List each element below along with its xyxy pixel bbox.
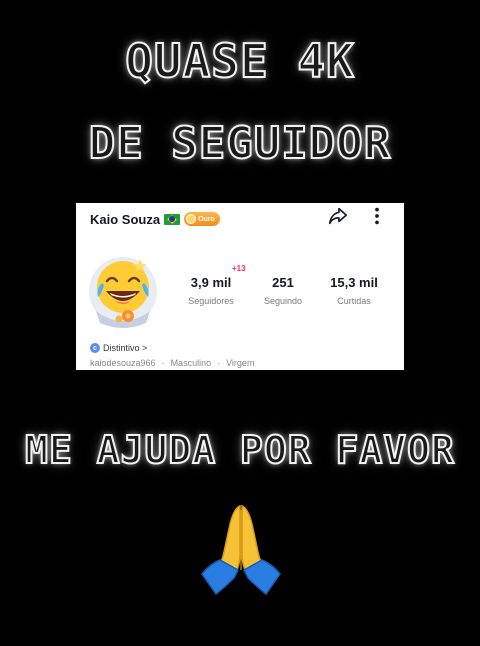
distintivo-icon: c — [90, 343, 100, 353]
separator: · — [161, 358, 165, 368]
followers-count: 3,9 mil — [190, 275, 232, 290]
coin-icon — [186, 214, 197, 224]
followers-stat[interactable]: 3,9 mil Seguidores — [176, 275, 246, 306]
distintivo-link[interactable]: c Distintivo > — [90, 343, 147, 353]
share-icon[interactable] — [327, 205, 349, 227]
likes-stat[interactable]: 15,3 mil Curtidas — [319, 275, 389, 306]
likes-label: Curtidas — [337, 296, 371, 306]
distintivo-label: Distintivo > — [103, 343, 148, 353]
more-vertical-icon[interactable] — [372, 205, 382, 227]
following-stat[interactable]: 251 Seguindo — [248, 275, 318, 306]
profile-gender: Masculino — [170, 358, 212, 368]
followers-label: Seguidores — [188, 296, 234, 306]
profile-handle: kaiodesouza966 — [90, 358, 156, 368]
headline-line-1: QUASE 4K — [124, 33, 355, 89]
avatar[interactable] — [88, 253, 158, 329]
separator: · — [217, 358, 221, 368]
gold-badge-label: Ouro — [198, 215, 215, 223]
headline-line-2: DE SEGUIDOR — [88, 117, 392, 170]
new-followers-badge: +13 — [232, 264, 246, 273]
praying-hands-icon — [201, 504, 281, 596]
headline-line-3: ME AJUDA POR FAVOR — [24, 427, 455, 473]
following-label: Seguindo — [263, 296, 303, 306]
profile-sign: Virgem — [226, 358, 255, 368]
likes-count: 15,3 mil — [330, 275, 378, 290]
profile-info-row: kaiodesouza966 · Masculino · Virgem — [90, 358, 254, 368]
following-count: 251 — [272, 275, 294, 290]
gold-level-badge[interactable]: Ouro — [184, 212, 220, 226]
username-row: Kaio Souza Ouro — [90, 208, 220, 230]
brazil-flag-icon — [164, 213, 181, 225]
profile-card: Kaio Souza Ouro +13 3,9 mil Seguidores 2… — [76, 203, 404, 370]
username: Kaio Souza — [90, 211, 161, 227]
